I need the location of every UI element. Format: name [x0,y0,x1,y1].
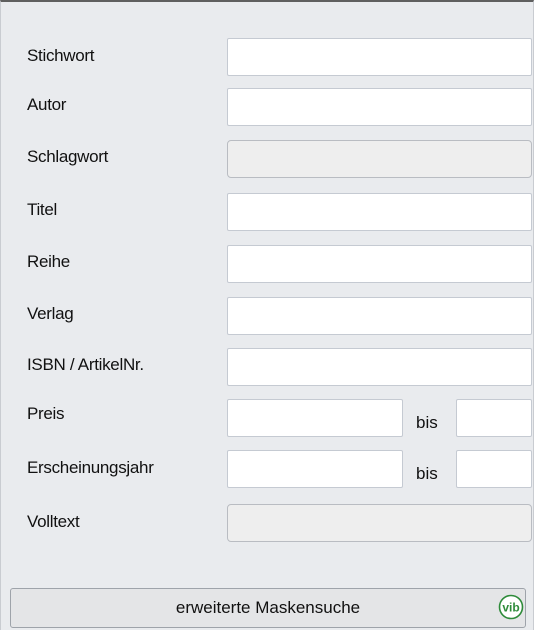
preis-from-input[interactable] [227,399,403,437]
verlag-label: Verlag [27,304,74,323]
titel-label: Titel [27,200,57,219]
reihe-label: Reihe [27,252,70,271]
isbn-input[interactable] [227,348,532,386]
stichwort-input[interactable] [227,38,532,76]
preis-bis-label: bis [416,413,438,432]
isbn-label: ISBN / ArtikelNr. [27,355,144,374]
autor-label: Autor [27,95,67,114]
schlagwort-label: Schlagwort [27,147,109,166]
search-mask-panel: Stichwort Autor Schlagwort Titel Reihe V… [0,0,534,630]
autor-input[interactable] [227,88,532,126]
volltext-label: Volltext [27,512,80,531]
erweiterte-maskensuche-button[interactable]: erweiterte Maskensuche [10,588,526,628]
vib-logo-icon[interactable]: vib [498,594,524,620]
erscheinungsjahr-to-input[interactable] [456,450,532,488]
verlag-input[interactable] [227,297,532,335]
reihe-input[interactable] [227,245,532,283]
erscheinungsjahr-label: Erscheinungsjahr [27,458,154,477]
erscheinungsjahr-bis-label: bis [416,464,438,483]
vib-logo-text: vib [502,601,519,615]
stichwort-label: Stichwort [27,46,95,65]
preis-to-input[interactable] [456,399,532,437]
volltext-input[interactable] [227,504,532,542]
erscheinungsjahr-from-input[interactable] [227,450,403,488]
preis-label: Preis [27,404,65,423]
schlagwort-input[interactable] [227,140,532,178]
titel-input[interactable] [227,193,532,231]
